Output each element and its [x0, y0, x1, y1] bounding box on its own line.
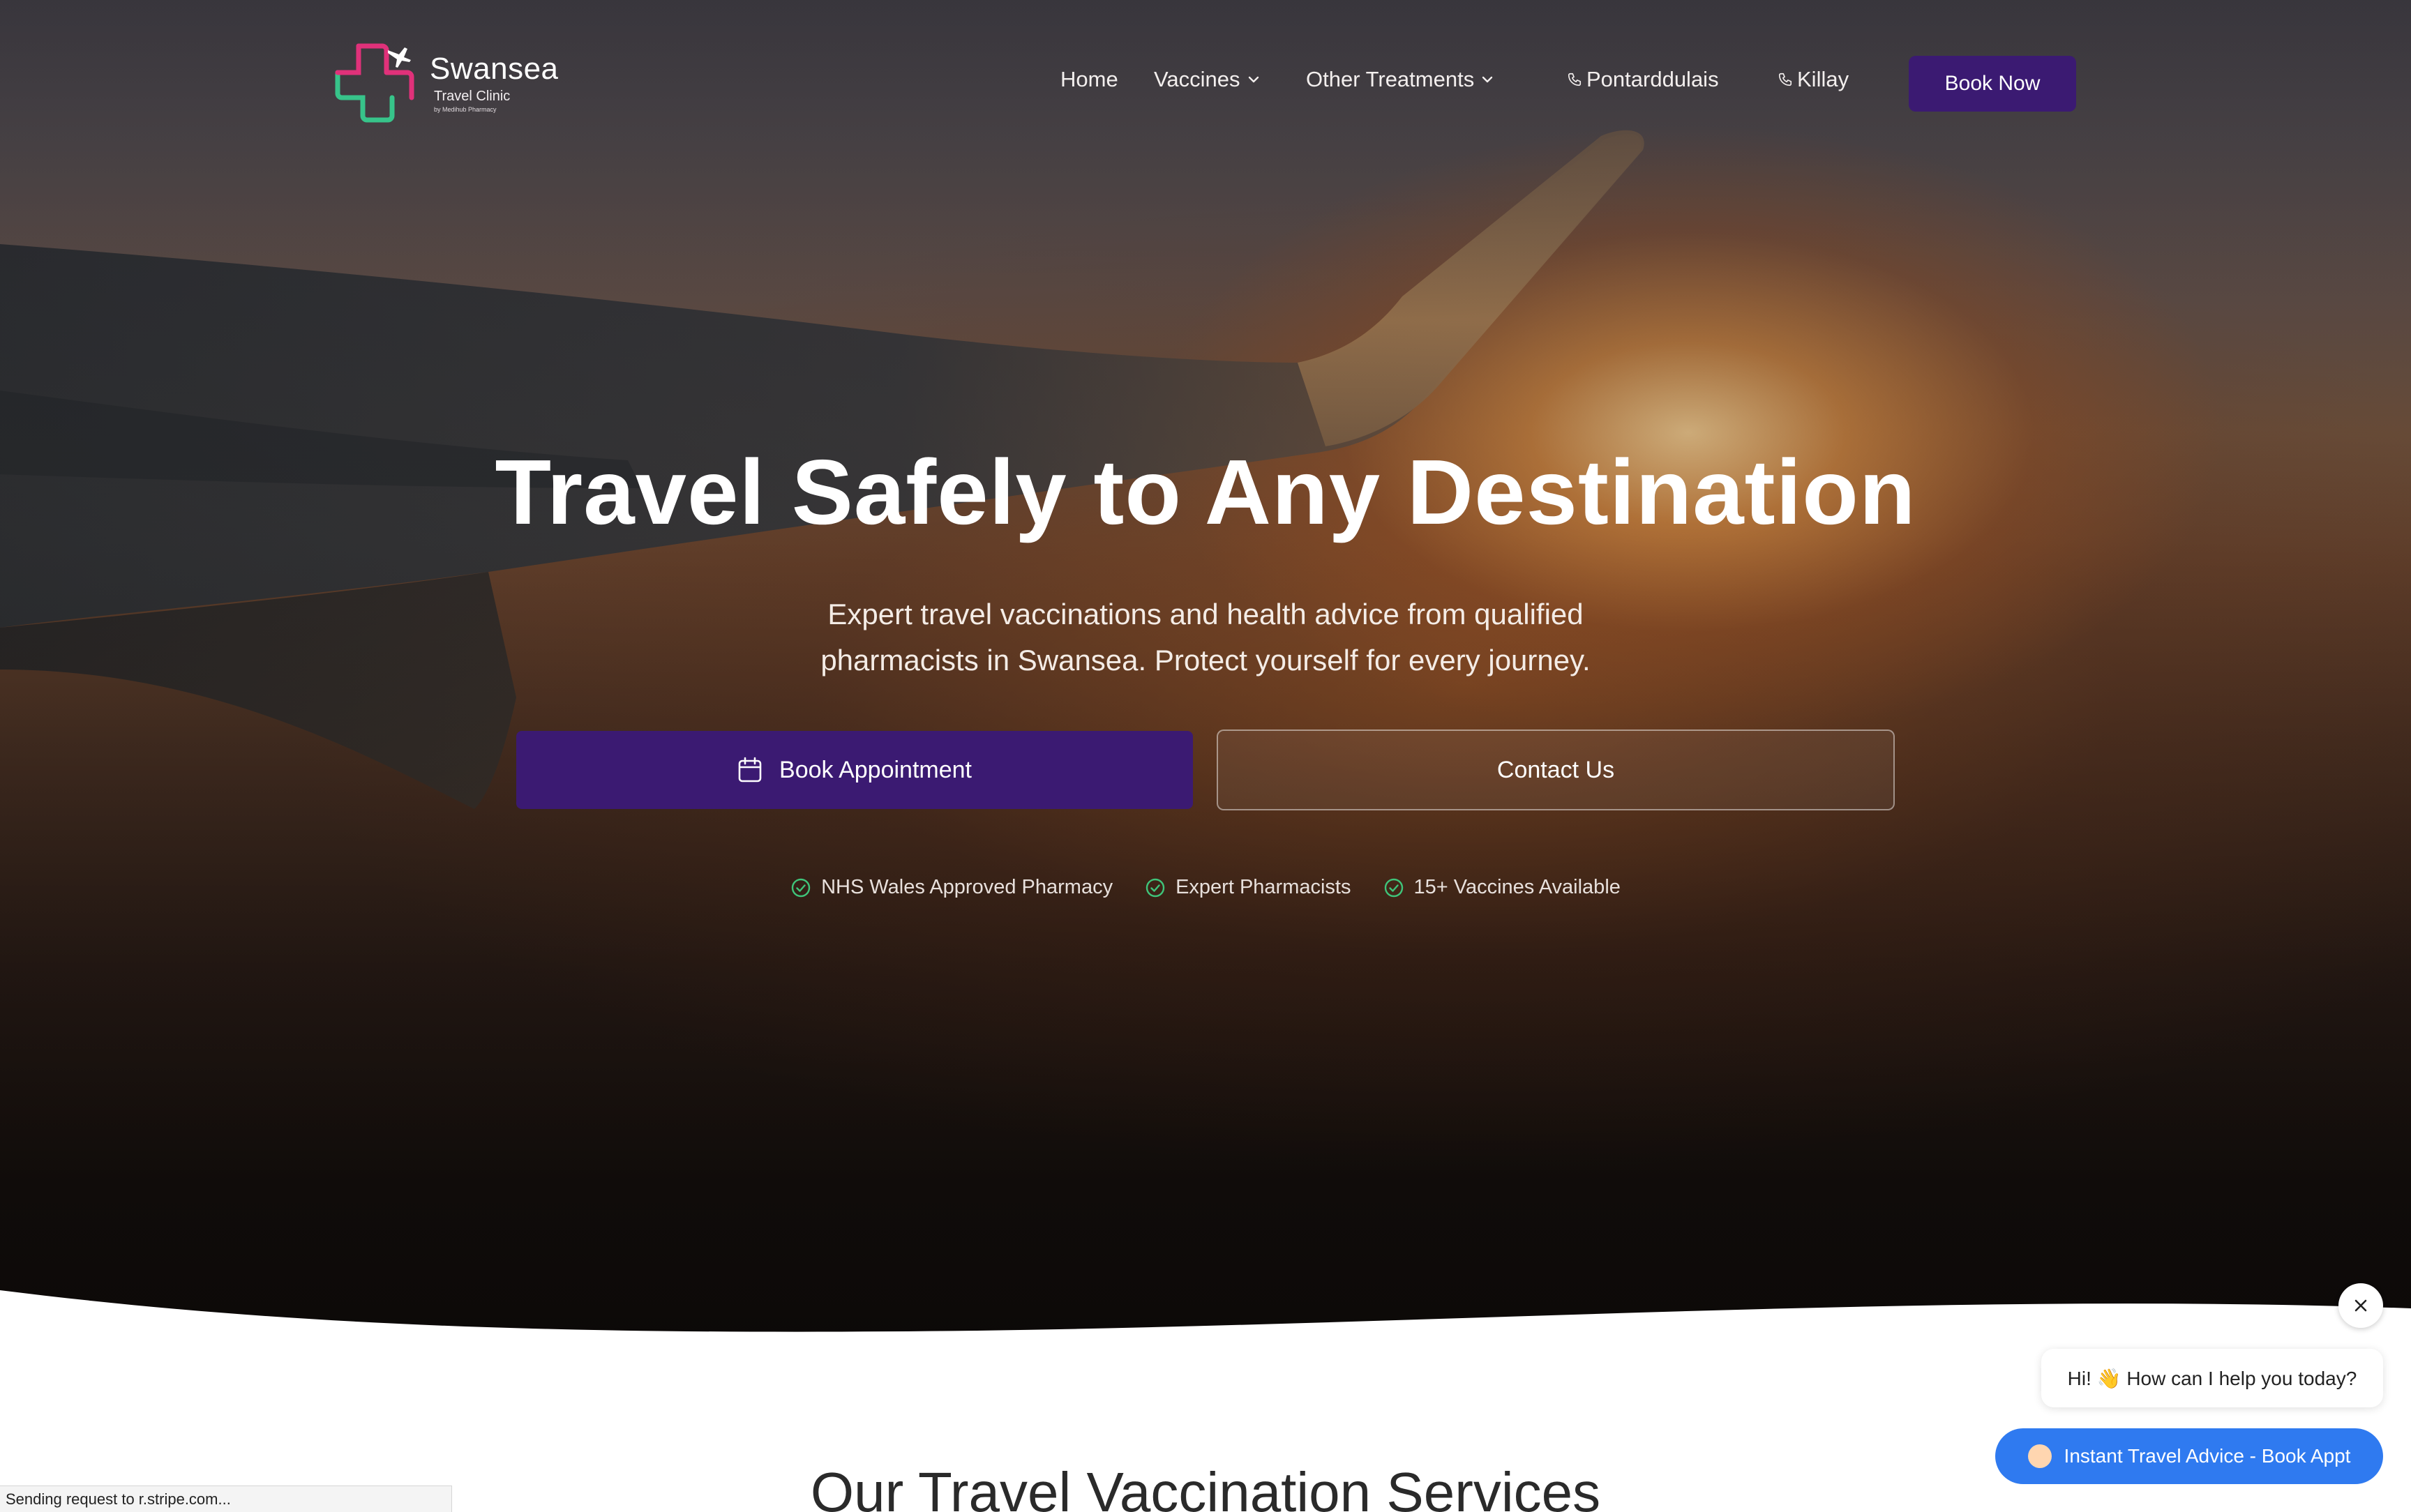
hero-subtitle-line-1: Expert travel vaccinations and health ad…: [827, 598, 1584, 630]
phone-icon: [1568, 73, 1582, 86]
close-icon: [2354, 1299, 2367, 1312]
contact-us-button[interactable]: Contact Us: [1217, 729, 1895, 810]
nav-phone-killay[interactable]: Killay: [1778, 67, 1849, 92]
browser-status-bar: Sending request to r.stripe.com...: [0, 1485, 452, 1512]
book-appointment-label: Book Appointment: [779, 756, 972, 783]
logo-cross-icon: [335, 43, 414, 123]
book-appointment-button[interactable]: Book Appointment: [516, 731, 1193, 809]
nav-other-treatments-label: Other Treatments: [1306, 67, 1475, 91]
badge-label: 15+ Vaccines Available: [1413, 876, 1621, 898]
nav-home[interactable]: Home: [1060, 67, 1118, 92]
nav-other-treatments[interactable]: Other Treatments: [1306, 67, 1494, 92]
chat-close-button[interactable]: [2338, 1283, 2383, 1328]
chevron-down-icon: [1482, 76, 1493, 83]
hero-subtitle-line-2: pharmacists in Swansea. Protect yourself…: [820, 644, 1591, 676]
badge-label: NHS Wales Approved Pharmacy: [821, 876, 1113, 898]
chat-greeting-bubble[interactable]: Hi! 👋 How can I help you today?: [2041, 1349, 2383, 1407]
badge-expert-pharmacists: Expert Pharmacists: [1145, 876, 1351, 899]
check-circle-icon: [791, 878, 811, 897]
book-now-button[interactable]: Book Now: [1909, 56, 2076, 112]
phone-icon: [1778, 73, 1792, 86]
avatar: [2027, 1444, 2052, 1468]
badge-vaccines-available: 15+ Vaccines Available: [1383, 876, 1621, 899]
chat-cta-label: Instant Travel Advice - Book Appt: [2064, 1445, 2351, 1467]
nav-phone-pontarddulais-label: Pontarddulais: [1586, 67, 1719, 91]
logo-byline: by Medihub Pharmacy: [434, 105, 497, 113]
site-logo[interactable]: Swansea Travel Clinic by Medihub Pharmac…: [332, 40, 559, 126]
badge-label: Expert Pharmacists: [1176, 876, 1351, 898]
logo-title: Swansea: [430, 51, 559, 86]
chat-cta-button[interactable]: Instant Travel Advice - Book Appt: [1995, 1428, 2383, 1484]
hero-title: Travel Safely to Any Destination: [495, 441, 1916, 543]
nav-vaccines[interactable]: Vaccines: [1154, 67, 1260, 92]
nav-phone-killay-label: Killay: [1797, 67, 1849, 91]
hero-subtitle: Expert travel vaccinations and health ad…: [733, 591, 1678, 683]
calendar-icon: [738, 757, 762, 783]
nav-home-label: Home: [1060, 67, 1118, 91]
logo-subtitle: Travel Clinic: [434, 88, 511, 104]
check-circle-icon: [1384, 878, 1403, 897]
badge-nhs-approved: NHS Wales Approved Pharmacy: [790, 876, 1113, 899]
nav-vaccines-label: Vaccines: [1154, 67, 1240, 91]
check-circle-icon: [1146, 878, 1165, 897]
nav-phone-pontarddulais[interactable]: Pontarddulais: [1567, 67, 1719, 92]
chevron-down-icon: [1248, 76, 1259, 83]
trust-badges: NHS Wales Approved Pharmacy Expert Pharm…: [0, 876, 2411, 899]
